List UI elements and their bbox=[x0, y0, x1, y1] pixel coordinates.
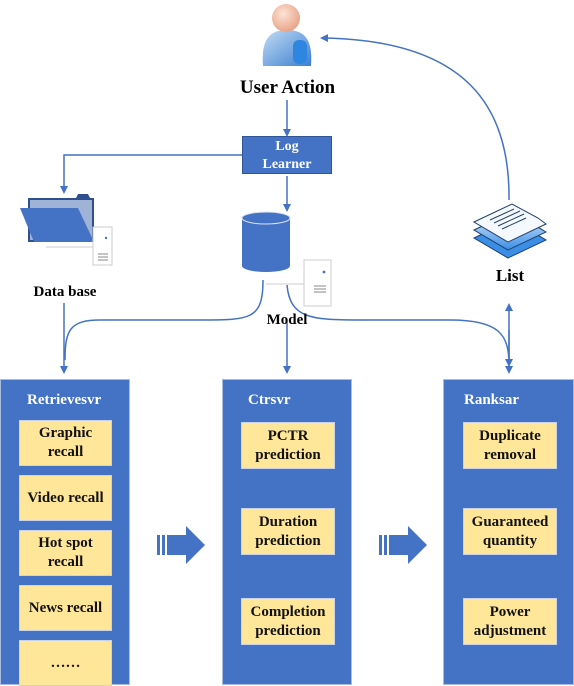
model-node bbox=[238, 208, 338, 308]
list-label: List bbox=[495, 266, 525, 285]
retrievesvr-item: News recall bbox=[19, 585, 112, 631]
ctrsvr-panel: Ctrsvr PCTR prediction Duration predicti… bbox=[222, 379, 352, 685]
ranksar-panel: Ranksar Duplicate removal Guaranteed qua… bbox=[443, 379, 574, 685]
ctrsvr-item: PCTR prediction bbox=[241, 422, 335, 469]
user-node bbox=[255, 0, 319, 70]
arrow-log-to-database bbox=[60, 154, 242, 194]
retrievesvr-item: …… bbox=[19, 640, 112, 686]
log-learner-box: Log Learner bbox=[242, 136, 332, 174]
ranksar-title: Ranksar bbox=[464, 392, 520, 408]
user-action-label: User Action bbox=[239, 77, 336, 98]
database-cylinder-icon bbox=[241, 211, 332, 307]
log-learner-line2: Learner bbox=[262, 157, 312, 172]
retrievesvr-item: Graphic recall bbox=[19, 420, 112, 466]
ranksar-item: Duplicate removal bbox=[463, 422, 557, 469]
log-learner-line1: Log bbox=[275, 139, 299, 154]
retrievesvr-title: Retrievesvr bbox=[27, 392, 102, 408]
retrievesvr-item: Hot spot recall bbox=[19, 530, 112, 576]
database-label: Data base bbox=[33, 284, 97, 300]
block-arrow-ctr-to-rank bbox=[379, 526, 427, 564]
ctrsvr-item: Duration prediction bbox=[241, 508, 335, 555]
database-node bbox=[18, 190, 118, 270]
ctrsvr-item: Completion prediction bbox=[241, 598, 335, 645]
user-icon bbox=[262, 4, 312, 66]
arrow-list-to-user bbox=[320, 34, 510, 201]
document-stack-icon bbox=[472, 203, 548, 259]
folder-icon bbox=[20, 194, 113, 266]
model-label: Model bbox=[266, 312, 308, 328]
retrievesvr-item: Video recall bbox=[19, 475, 112, 521]
ranksar-item: Guaranteed quantity bbox=[463, 508, 557, 555]
ctrsvr-title: Ctrsvr bbox=[248, 392, 291, 408]
block-arrow-retrieve-to-ctr bbox=[157, 526, 205, 564]
list-node bbox=[468, 200, 552, 262]
retrievesvr-panel: Retrievesvr Graphic recall Video recall … bbox=[0, 379, 130, 686]
ranksar-item: Power adjustment bbox=[463, 598, 557, 645]
